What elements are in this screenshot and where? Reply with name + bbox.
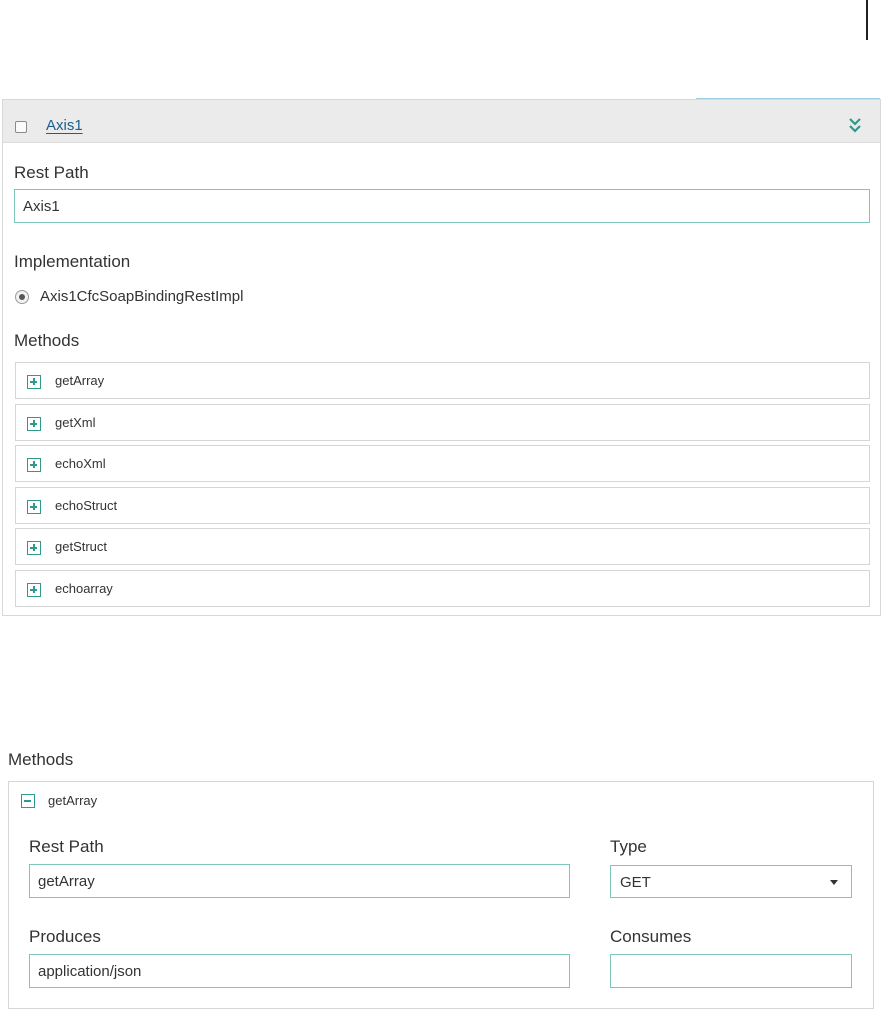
- rest-path-input[interactable]: [14, 189, 870, 223]
- service-panel: Axis1 Rest Path Implementation Axis1CfcS…: [2, 99, 881, 616]
- method-row[interactable]: echoXml: [15, 445, 870, 482]
- expand-plus-icon[interactable]: [27, 583, 41, 597]
- service-name-link[interactable]: Axis1: [46, 117, 83, 134]
- method-detail-panel: getArray Rest Path Type GET Produces Con…: [8, 781, 874, 1009]
- double-chevron-down-icon[interactable]: [848, 117, 862, 133]
- service-panel-header: Axis1: [3, 100, 880, 143]
- type-select[interactable]: GET: [610, 865, 852, 898]
- caret-down-icon: [830, 880, 838, 885]
- method-row[interactable]: getXml: [15, 404, 870, 441]
- produces-label: Produces: [29, 927, 101, 946]
- service-select-checkbox[interactable]: [15, 121, 27, 133]
- method-name: getArray: [55, 373, 105, 388]
- text-cursor-bar: [866, 0, 868, 40]
- type-select-value: GET: [620, 874, 651, 891]
- type-label: Type: [610, 837, 647, 856]
- method-row[interactable]: echoarray: [15, 570, 870, 607]
- expand-plus-icon[interactable]: [27, 541, 41, 555]
- collapse-minus-icon[interactable]: [21, 794, 35, 808]
- method-rest-path-input[interactable]: [29, 864, 570, 898]
- expand-plus-icon[interactable]: [27, 375, 41, 389]
- method-name: echoarray: [55, 581, 113, 596]
- method-name: getXml: [55, 415, 96, 430]
- method-name: echoStruct: [55, 498, 118, 513]
- method-name: getStruct: [55, 539, 108, 554]
- methods-label: Methods: [14, 331, 80, 350]
- consumes-input[interactable]: [610, 954, 852, 988]
- method-row[interactable]: getStruct: [15, 528, 870, 565]
- implementation-radio[interactable]: [15, 290, 29, 304]
- method-row[interactable]: getArray: [15, 362, 870, 399]
- method-row[interactable]: echoStruct: [15, 487, 870, 524]
- expand-plus-icon[interactable]: [27, 417, 41, 431]
- implementation-label: Implementation: [14, 252, 131, 271]
- produces-input[interactable]: [29, 954, 570, 988]
- methods-heading: Methods: [8, 750, 74, 769]
- consumes-label: Consumes: [610, 927, 692, 946]
- expand-plus-icon[interactable]: [27, 500, 41, 514]
- method-rest-path-label: Rest Path: [29, 837, 104, 856]
- method-detail-name: getArray: [48, 793, 98, 808]
- implementation-option-label[interactable]: Axis1CfcSoapBindingRestImpl: [40, 288, 243, 305]
- method-name: echoXml: [55, 456, 106, 471]
- expand-plus-icon[interactable]: [27, 458, 41, 472]
- rest-path-label: Rest Path: [14, 163, 89, 182]
